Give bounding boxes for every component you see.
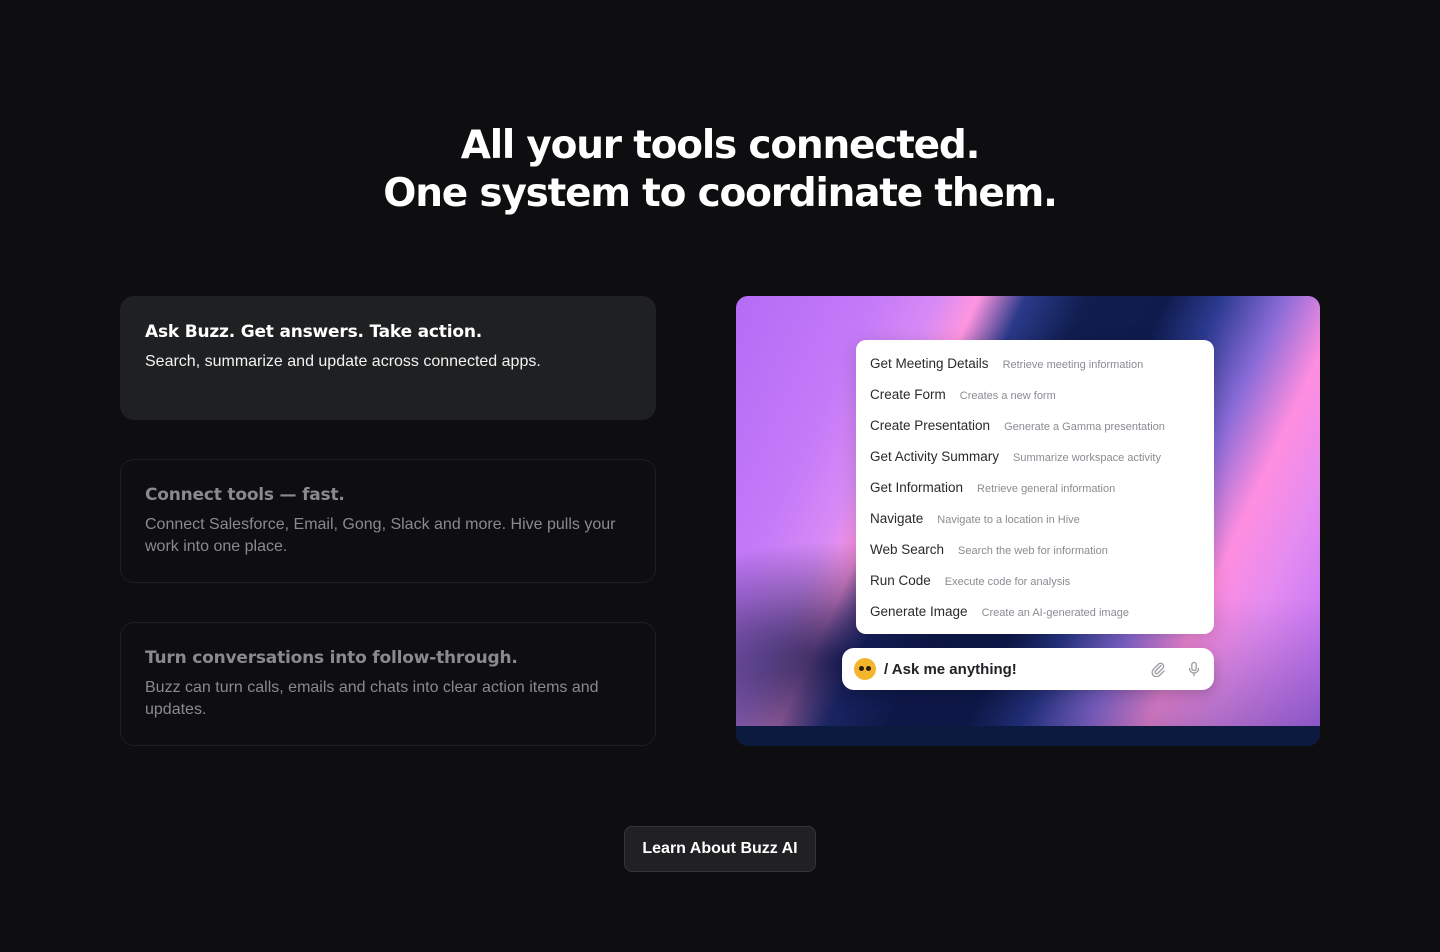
command-item[interactable]: Run Code Execute code for analysis xyxy=(870,565,1200,596)
command-name: Web Search xyxy=(870,542,945,557)
command-item[interactable]: Get Information Retrieve general informa… xyxy=(870,472,1200,503)
microphone-icon[interactable] xyxy=(1186,661,1202,677)
section-headline: All your tools connected. One system to … xyxy=(0,122,1440,218)
command-description: Search the web for information xyxy=(958,545,1108,557)
command-name: Run Code xyxy=(870,573,931,588)
command-name: Get Meeting Details xyxy=(870,356,989,371)
command-name: Generate Image xyxy=(870,604,968,619)
command-name: Create Presentation xyxy=(870,418,991,433)
command-description: Retrieve meeting information xyxy=(1002,359,1144,371)
command-item[interactable]: Get Activity Summary Summarize workspace… xyxy=(870,441,1200,472)
command-description: Create an AI-generated image xyxy=(981,607,1129,619)
command-description: Execute code for analysis xyxy=(944,576,1071,588)
command-description: Creates a new form xyxy=(959,390,1056,402)
command-description: Navigate to a location in Hive xyxy=(937,514,1080,526)
feature-card-title: Ask Buzz. Get answers. Take action. xyxy=(145,322,482,342)
feature-card-description: Search, summarize and update across conn… xyxy=(145,353,541,370)
feature-card-ask-buzz[interactable]: Ask Buzz. Get answers. Take action. Sear… xyxy=(120,296,656,420)
paperclip-icon[interactable] xyxy=(1150,661,1166,677)
command-description: Summarize workspace activity xyxy=(1013,452,1161,464)
feature-card-description: Buzz can turn calls, emails and chats in… xyxy=(145,679,599,718)
command-name: Get Information xyxy=(870,480,964,495)
command-name: Create Form xyxy=(870,387,946,402)
ask-input-text[interactable]: / Ask me anything! xyxy=(884,661,1130,678)
learn-about-buzz-button[interactable]: Learn About Buzz AI xyxy=(624,826,816,872)
command-menu: Get Meeting Details Retrieve meeting inf… xyxy=(856,340,1214,634)
command-item[interactable]: Web Search Search the web for informatio… xyxy=(870,534,1200,565)
feature-card-follow-through[interactable]: Turn conversations into follow-through. … xyxy=(120,622,656,746)
headline-line-2: One system to coordinate them. xyxy=(383,171,1058,216)
command-item[interactable]: Generate Image Create an AI-generated im… xyxy=(870,596,1200,627)
command-name: Get Activity Summary xyxy=(870,449,1000,464)
command-item[interactable]: Navigate Navigate to a location in Hive xyxy=(870,503,1200,534)
bee-avatar-icon xyxy=(854,658,876,680)
feature-card-connect-tools[interactable]: Connect tools — fast. Connect Salesforce… xyxy=(120,459,656,583)
feature-card-title: Connect tools — fast. xyxy=(145,485,345,505)
command-name: Navigate xyxy=(870,511,924,526)
command-item[interactable]: Get Meeting Details Retrieve meeting inf… xyxy=(870,348,1200,379)
ask-input-bar[interactable]: / Ask me anything! xyxy=(842,648,1214,690)
feature-card-title: Turn conversations into follow-through. xyxy=(145,648,518,668)
command-description: Retrieve general information xyxy=(977,483,1116,495)
command-item[interactable]: Create Presentation Generate a Gamma pre… xyxy=(870,410,1200,441)
command-description: Generate a Gamma presentation xyxy=(1004,421,1165,433)
command-item[interactable]: Create Form Creates a new form xyxy=(870,379,1200,410)
feature-card-description: Connect Salesforce, Email, Gong, Slack a… xyxy=(145,516,616,555)
buzz-preview-visual: Get Meeting Details Retrieve meeting inf… xyxy=(736,296,1320,746)
headline-line-1: All your tools connected. xyxy=(460,123,981,168)
